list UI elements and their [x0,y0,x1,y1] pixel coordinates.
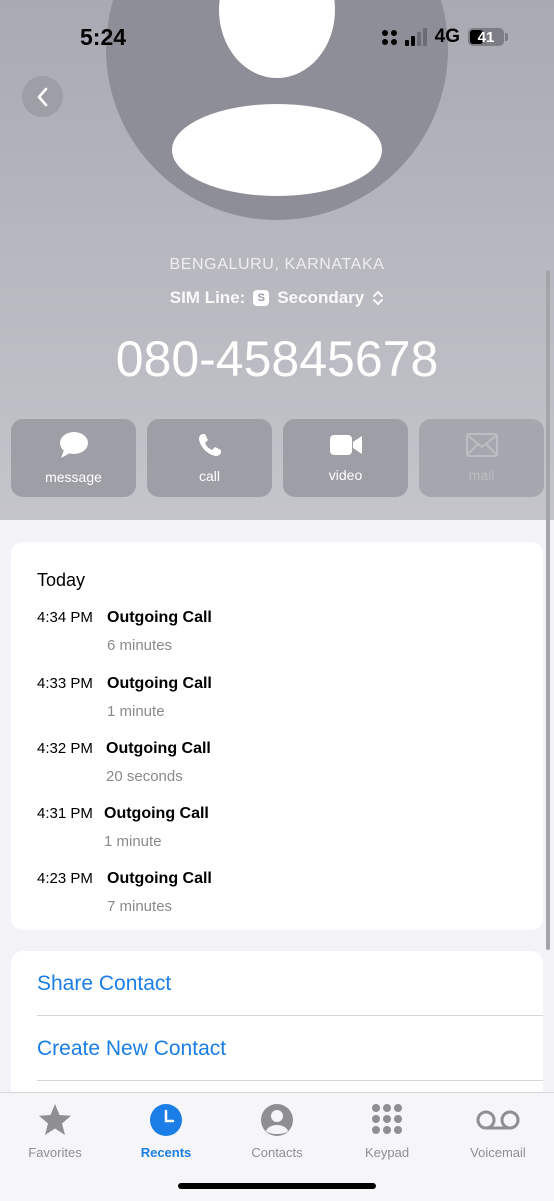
avatar-body-shape [172,104,382,196]
chevron-left-icon [37,87,47,106]
tab-label: Contacts [251,1145,303,1160]
home-indicator[interactable] [178,1183,376,1189]
mail-button-label: mail [468,467,495,483]
tab-label: Recents [140,1145,192,1160]
tab-label: Favorites [28,1145,82,1160]
call-duration: 1 minute [104,833,162,850]
call-history-date: Today [37,570,86,590]
person-circle-icon [261,1104,293,1136]
battery-icon: 41 [468,28,508,46]
create-new-contact-button[interactable]: Create New Contact [37,1037,226,1061]
tab-label: Keypad [364,1145,410,1160]
contact-header: 5:24 4G 41 BENGALURU, KARNATAKA SIM Line… [0,0,554,520]
video-button-label: video [328,467,363,483]
call-button-label: call [198,468,220,484]
call-duration: 20 seconds [106,768,183,785]
battery-level: 41 [477,28,495,46]
action-buttons: message call video mail [11,419,544,497]
network-type: 4G [434,26,460,47]
clock-icon [150,1104,182,1136]
message-button-label: message [45,469,102,485]
message-button[interactable]: message [11,419,136,497]
video-button[interactable]: video [283,419,408,497]
tab-recents[interactable]: Recents [111,1103,221,1160]
chevron-up-down-icon [373,291,384,305]
call-duration: 7 minutes [107,898,173,915]
call-duration: 1 minute [107,703,165,720]
share-contact-button[interactable]: Share Contact [37,972,171,996]
sim-line-value: Secondary [277,288,365,307]
tab-keypad[interactable]: Keypad [332,1103,442,1160]
tab-label: Voicemail [470,1145,526,1160]
sim-badge-icon: S [253,290,270,306]
call-type: Outgoing Call [107,870,212,887]
star-icon [39,1104,71,1135]
call-time: 4:32 PM [37,740,93,757]
divider [37,1080,543,1081]
call-time: 4:33 PM [37,675,93,692]
mail-button[interactable]: mail [419,419,544,497]
status-time: 5:24 [80,24,127,50]
call-duration: 6 minutes [107,637,173,654]
call-history-card: Today 4:34 PM Outgoing Call 6 minutes 4:… [11,542,543,930]
contact-location: BENGALURU, KARNATAKA [169,256,385,273]
back-button[interactable] [22,76,63,117]
call-time: 4:34 PM [37,609,93,626]
sim-line-selector[interactable]: SIM Line: S Secondary [0,288,554,308]
call-button[interactable]: call [147,419,272,497]
call-type: Outgoing Call [106,740,211,757]
avatar-head-shape [219,0,335,78]
scrollbar[interactable] [546,270,550,950]
call-time: 4:23 PM [37,870,93,887]
phone-number: 080-45845678 [115,331,439,387]
status-indicators: 4G 41 [381,26,508,48]
call-time: 4:31 PM [37,805,93,822]
video-icon [329,435,362,455]
signal-icon [404,28,427,46]
phone-icon [198,434,221,456]
call-type: Outgoing Call [104,805,209,822]
keypad-icon [372,1104,402,1134]
dual-sim-icon [381,29,397,45]
call-type: Outgoing Call [107,675,212,692]
tab-voicemail[interactable]: Voicemail [443,1103,553,1160]
tab-contacts[interactable]: Contacts [222,1103,332,1160]
tab-favorites[interactable]: Favorites [0,1103,110,1160]
call-type: Outgoing Call [107,609,212,626]
voicemail-icon [476,1110,520,1130]
sim-line-label: SIM Line: [169,288,246,307]
message-icon [59,432,88,458]
mail-icon [465,433,498,457]
divider [37,1015,543,1016]
